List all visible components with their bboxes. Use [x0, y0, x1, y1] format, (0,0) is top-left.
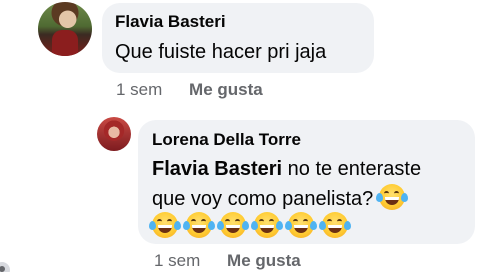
comment-author[interactable]: Flavia Basteri: [115, 12, 226, 32]
reply-text-line-2: que voy como panelista?: [152, 184, 413, 214]
like-button[interactable]: Me gusta: [189, 80, 263, 99]
tears-of-joy-icon: [183, 212, 215, 238]
reply-actions: 1 sem Me gusta: [154, 251, 301, 271]
reply-timestamp[interactable]: 1 sem: [154, 251, 200, 270]
comment-actions: 1 sem Me gusta: [116, 80, 263, 100]
mention-link[interactable]: Flavia Basteri: [152, 158, 282, 180]
reply-text-question: que voy como panelista?: [152, 188, 374, 210]
tears-of-joy-icon: [319, 212, 351, 238]
emoji-row: [149, 212, 356, 240]
avatar-figure: [52, 30, 78, 56]
tears-of-joy-icon: [251, 212, 283, 238]
avatar-lorena-della-torre[interactable]: [97, 117, 131, 151]
tears-of-joy-icon: [376, 184, 409, 210]
reply-like-button[interactable]: Me gusta: [227, 251, 301, 270]
user-avatar-partial[interactable]: [0, 262, 10, 272]
reply-text-line-1: Flavia Basteri no te enteraste: [152, 155, 421, 184]
avatar-flavia-basteri[interactable]: [38, 2, 92, 56]
tears-of-joy-icon: [149, 212, 181, 238]
comment-text: Que fuiste hacer pri jaja: [115, 41, 327, 63]
reply-author[interactable]: Lorena Della Torre: [152, 130, 301, 150]
tears-of-joy-icon: [217, 212, 249, 238]
reply-text-rest: no te enteraste: [282, 158, 422, 180]
comment-timestamp[interactable]: 1 sem: [116, 80, 162, 99]
comment-thread: Flavia Basteri Que fuiste hacer pri jaja…: [0, 0, 495, 272]
tears-of-joy-icon: [285, 212, 317, 238]
